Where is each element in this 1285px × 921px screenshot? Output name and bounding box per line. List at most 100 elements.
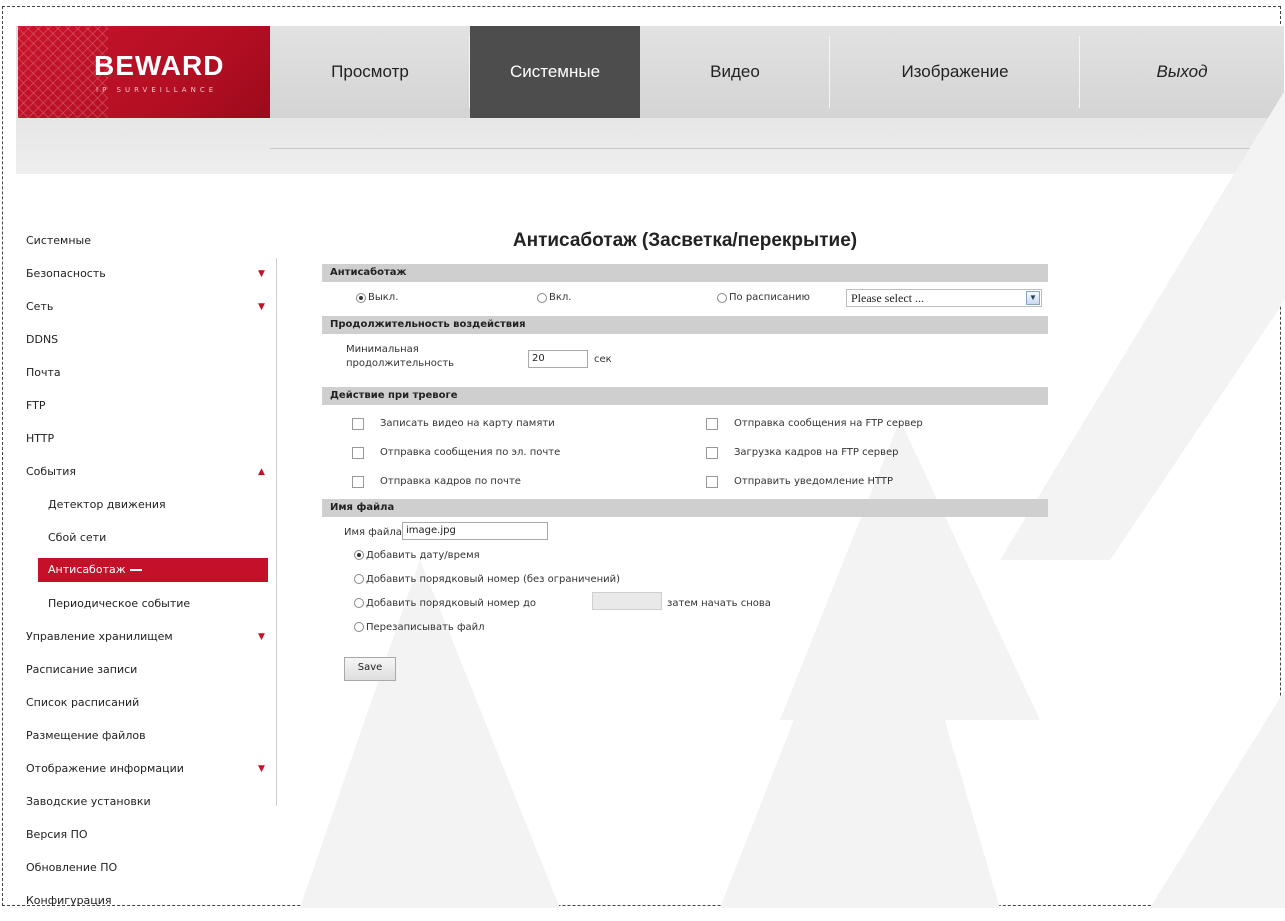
- chevron-down-icon: ▼: [258, 269, 265, 279]
- email-message-checkbox[interactable]: [352, 447, 364, 459]
- filename-seq-unlimited-label: Добавить порядковый номер (без ограничен…: [366, 574, 621, 585]
- ftp-message-label: Отправка сообщения на FTP сервер: [734, 418, 923, 429]
- sidebar-item-http[interactable]: HTTP: [26, 426, 276, 459]
- sidebar-item-security[interactable]: Безопасность ▼: [26, 261, 276, 294]
- sidebar-item-label: Расписание записи: [26, 663, 138, 676]
- record-sd-label: Записать видео на карту памяти: [380, 418, 555, 429]
- sidebar-item-periodic-event[interactable]: Периодическое событие: [26, 591, 276, 624]
- sidebar-item-firmware-update[interactable]: Обновление ПО: [26, 855, 276, 888]
- filename-overwrite-radio[interactable]: [354, 622, 364, 632]
- ftp-upload-label: Загрузка кадров на FTP сервер: [734, 447, 899, 458]
- sidebar-item-tamper[interactable]: Антисаботаж: [38, 558, 268, 582]
- ftp-message-checkbox[interactable]: [706, 418, 718, 430]
- sidebar-item-record-schedule[interactable]: Расписание записи: [26, 657, 276, 690]
- sidebar-item-motion-detection[interactable]: Детектор движения: [26, 492, 276, 525]
- filename-seq-upto-label: Добавить порядковый номер до: [366, 598, 536, 609]
- tamper-schedule-label: По расписанию: [729, 292, 810, 303]
- nav-tab-view[interactable]: Просмотр: [270, 26, 470, 118]
- nav-tab-view-label: Просмотр: [331, 62, 409, 81]
- nav-tab-system-label: Системные: [509, 62, 601, 81]
- sidebar-item-label: Размещение файлов: [26, 729, 146, 742]
- email-frames-checkbox[interactable]: [352, 476, 364, 488]
- filename-seq-upto-suffix: затем начать снова: [667, 598, 771, 609]
- sidebar-item-system[interactable]: Системные: [26, 228, 276, 261]
- logo-text: BEWARD: [94, 50, 225, 81]
- sidebar-item-label: Обновление ПО: [26, 861, 118, 874]
- sidebar-item-schedule-list[interactable]: Список расписаний: [26, 690, 276, 723]
- header-divider: [270, 148, 1280, 149]
- duration-input[interactable]: 20: [528, 350, 588, 368]
- sidebar-item-factory-defaults[interactable]: Заводские установки: [26, 789, 276, 822]
- filename-datetime-radio[interactable]: [354, 550, 364, 560]
- ftp-upload-checkbox[interactable]: [706, 447, 718, 459]
- duration-label-line2: продолжительность: [346, 358, 455, 369]
- filename-label: Имя файла:: [344, 527, 406, 538]
- sidebar-item-display-info[interactable]: Отображение информации ▼: [26, 756, 276, 789]
- sidebar-item-label: Сеть: [26, 300, 54, 313]
- http-notify-checkbox[interactable]: [706, 476, 718, 488]
- tamper-off-label: Выкл.: [368, 292, 399, 303]
- record-sd-checkbox[interactable]: [352, 418, 364, 430]
- sidebar-item-ftp[interactable]: FTP: [26, 393, 276, 426]
- tamper-schedule-radio[interactable]: [717, 293, 727, 303]
- chevron-down-icon: ▼: [258, 302, 265, 312]
- sidebar-item-storage[interactable]: Управление хранилищем ▼: [26, 624, 276, 657]
- sidebar-item-events[interactable]: События ▲: [26, 459, 276, 492]
- sidebar-item-label: Управление хранилищем: [26, 630, 173, 643]
- schedule-select[interactable]: Please select ... ▼: [846, 289, 1042, 307]
- tamper-off-radio[interactable]: [356, 293, 366, 303]
- sidebar-item-label: Детектор движения: [48, 498, 166, 511]
- sidebar-item-label: Почта: [26, 366, 61, 379]
- chevron-down-icon[interactable]: ▼: [1026, 291, 1040, 305]
- sidebar-item-label: Сбой сети: [48, 531, 107, 544]
- section-header-duration: Продолжительность воздействия: [322, 316, 1048, 334]
- sidebar-item-label: Периодическое событие: [48, 597, 191, 610]
- active-indicator-icon: [129, 569, 142, 571]
- page-title: Антисаботаж (Засветка/перекрытие): [512, 230, 858, 251]
- filename-seq-upto-radio[interactable]: [354, 598, 364, 608]
- duration-label-line1: Минимальная: [346, 344, 419, 355]
- schedule-select-value: Please select ...: [851, 291, 924, 305]
- sidebar-item-label: FTP: [26, 399, 46, 412]
- sidebar-item-label: Системные: [26, 234, 91, 247]
- sidebar-item-label: Безопасность: [26, 267, 106, 280]
- sidebar-item-ddns[interactable]: DDNS: [26, 327, 276, 360]
- filename-seq-unlimited-radio[interactable]: [354, 574, 364, 584]
- section-header-actions: Действие при тревоге: [322, 387, 1048, 405]
- sidebar-item-label: Список расписаний: [26, 696, 140, 709]
- filename-seq-upto-input[interactable]: [592, 592, 662, 610]
- save-button[interactable]: Save: [344, 657, 396, 681]
- nav-tab-system[interactable]: Системные: [470, 26, 640, 118]
- filename-datetime-label: Добавить дату/время: [366, 550, 480, 561]
- tamper-on-radio[interactable]: [537, 293, 547, 303]
- sidebar-item-network[interactable]: Сеть ▼: [26, 294, 276, 327]
- filename-input[interactable]: image.jpg: [402, 522, 548, 540]
- email-message-label: Отправка сообщения по эл. почте: [380, 447, 561, 458]
- chevron-down-icon: ▼: [258, 764, 265, 774]
- nav-tab-logout-label: Выход: [1156, 62, 1208, 81]
- sidebar-item-label: Конфигурация: [26, 894, 112, 907]
- sidebar-item-mail[interactable]: Почта: [26, 360, 276, 393]
- sidebar-divider: [276, 258, 277, 806]
- tamper-on-label: Вкл.: [549, 292, 572, 303]
- nav-tab-image-label: Изображение: [901, 62, 1009, 81]
- sidebar-item-firmware-version[interactable]: Версия ПО: [26, 822, 276, 855]
- filename-overwrite-label: Перезаписывать файл: [366, 622, 485, 633]
- sidebar: Системные Безопасность ▼ Сеть ▼ DDNS Почта…: [26, 228, 276, 921]
- logo-subtitle: IP SURVEILLANCE: [96, 86, 218, 94]
- chevron-up-icon: ▲: [258, 467, 265, 477]
- section-header-filename: Имя файла: [322, 499, 1048, 517]
- sidebar-item-configuration[interactable]: Конфигурация: [26, 888, 276, 921]
- http-notify-label: Отправить уведомление HTTP: [734, 476, 894, 487]
- chevron-down-icon: ▼: [258, 632, 265, 642]
- sidebar-item-label: Версия ПО: [26, 828, 88, 841]
- nav-tab-logout[interactable]: Выход: [1080, 26, 1284, 118]
- sidebar-item-file-location[interactable]: Размещение файлов: [26, 723, 276, 756]
- sidebar-item-label: Заводские установки: [26, 795, 151, 808]
- sidebar-item-label: Антисаботаж: [48, 563, 126, 576]
- brand-logo[interactable]: BEWARD IP SURVEILLANCE: [18, 26, 270, 118]
- sidebar-item-network-failure[interactable]: Сбой сети: [26, 525, 276, 558]
- nav-tab-video[interactable]: Видео: [640, 26, 830, 118]
- nav-tab-image[interactable]: Изображение: [830, 26, 1080, 118]
- sidebar-item-label: Отображение информации: [26, 762, 184, 775]
